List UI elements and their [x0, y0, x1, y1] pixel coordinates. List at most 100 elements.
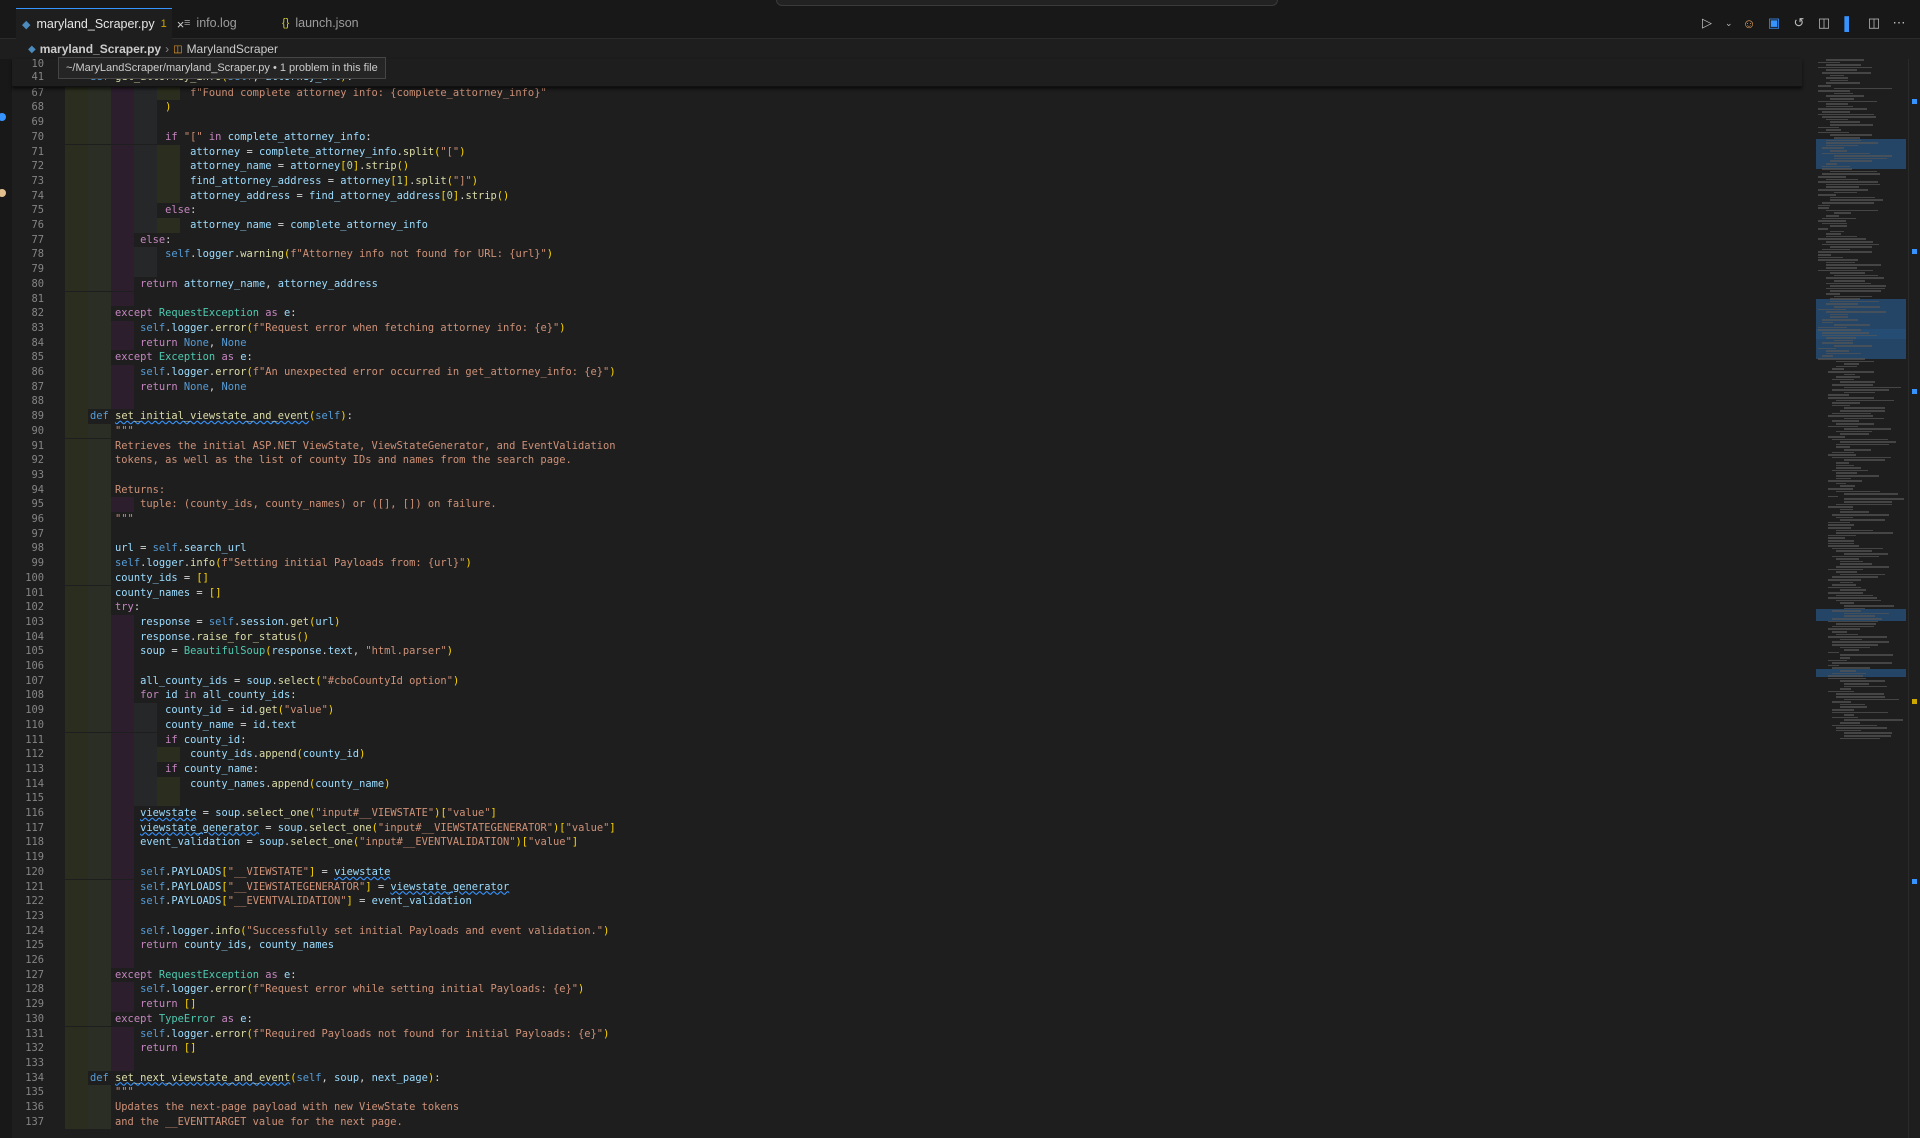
code-line[interactable]: 134 def set_next_viewstate_and_event(sel…: [12, 1070, 1802, 1086]
code-line[interactable]: 113 if county_name:: [12, 761, 1802, 777]
minimap-line: [1822, 243, 1879, 246]
tab-maryland-scraper[interactable]: ◆ maryland_Scraper.py 1 ×: [16, 8, 184, 39]
code-line[interactable]: 100 county_ids = []: [12, 570, 1802, 586]
code-line[interactable]: 137 and the __EVENTTARGET value for the …: [12, 1114, 1802, 1130]
code-line[interactable]: 72 attorney_name = attorney[0].strip(): [12, 159, 1802, 174]
minimap-line: [1826, 64, 1862, 66]
tab-info-log[interactable]: ≡ info.log: [184, 8, 274, 38]
code-line[interactable]: 120 self.PAYLOADS["__VIEWSTATE"] = views…: [12, 864, 1802, 880]
code-line[interactable]: 109 county_id = id.get("value"): [12, 703, 1802, 718]
chart-icon[interactable]: ▌: [1842, 16, 1856, 31]
code-line[interactable]: 123: [12, 908, 1802, 924]
code-line[interactable]: 101 county_names = []: [12, 585, 1802, 601]
more-actions-icon[interactable]: ⋯: [1892, 15, 1906, 31]
code-line[interactable]: 129 return []: [12, 997, 1802, 1012]
layout-panel-icon[interactable]: ◫: [1817, 15, 1831, 31]
vertical-scrollbar[interactable]: [1908, 59, 1920, 1138]
code-line[interactable]: 110 county_name = id.text: [12, 717, 1802, 733]
lightbulb-icon[interactable]: [0, 189, 6, 197]
code-line[interactable]: 102 try:: [12, 600, 1802, 615]
code-line[interactable]: 67 f"Found complete attorney info: {comp…: [12, 85, 1802, 101]
split-editor-icon[interactable]: ◫: [1867, 15, 1881, 31]
code-line[interactable]: 98 url = self.search_url: [12, 541, 1802, 557]
code-line[interactable]: 75 else:: [12, 203, 1802, 218]
code-line[interactable]: 114 county_names.append(county_name): [12, 776, 1802, 792]
code-line[interactable]: 87 return None, None: [12, 379, 1802, 395]
code-line[interactable]: 79: [12, 262, 1802, 277]
minimap-line: [1826, 139, 1861, 142]
preview-icon[interactable]: ▣: [1767, 15, 1781, 31]
breadcrumb-symbol[interactable]: MarylandScraper: [187, 42, 278, 56]
code-line[interactable]: 117 viewstate_generator = soup.select_on…: [12, 820, 1802, 836]
code-line[interactable]: 130 except TypeError as e:: [12, 1011, 1802, 1027]
code-line[interactable]: 86 self.logger.error(f"An unexpected err…: [12, 365, 1802, 380]
breadcrumb-file[interactable]: maryland_Scraper.py: [40, 42, 161, 56]
code-line[interactable]: 128 self.logger.error(f"Request error wh…: [12, 982, 1802, 998]
code-line[interactable]: 121 self.PAYLOADS["__VIEWSTATEGENERATOR"…: [12, 879, 1802, 895]
code-line[interactable]: 97: [12, 526, 1802, 542]
code-line[interactable]: 90 """: [12, 423, 1802, 439]
code-line[interactable]: 112 county_ids.append(county_id): [12, 747, 1802, 762]
code-line[interactable]: 81: [12, 291, 1802, 307]
code-line[interactable]: 135 """: [12, 1085, 1802, 1100]
minimap[interactable]: [1812, 59, 1908, 1138]
minimap-line: [1822, 334, 1878, 337]
run-icon[interactable]: ▷: [1700, 15, 1714, 31]
code-line[interactable]: 118 event_validation = soup.select_one("…: [12, 835, 1802, 851]
code-line[interactable]: 124 self.logger.info("Successfully set i…: [12, 923, 1802, 939]
code-line[interactable]: 127 except RequestException as e:: [12, 967, 1802, 983]
code-line[interactable]: 69: [12, 115, 1802, 130]
code-line[interactable]: 76 attorney_name = complete_attorney_inf…: [12, 218, 1802, 233]
code-line[interactable]: 133: [12, 1055, 1802, 1071]
history-icon[interactable]: ↺: [1792, 15, 1806, 31]
code-line[interactable]: 73 find_attorney_address = attorney[1].s…: [12, 173, 1802, 189]
code-line[interactable]: 77 else:: [12, 232, 1802, 248]
minimap-line: [1818, 254, 1832, 256]
code-line[interactable]: 132 return []: [12, 1041, 1802, 1056]
code-line[interactable]: 108 for id in all_county_ids:: [12, 688, 1802, 704]
copilot-icon[interactable]: ☺: [1742, 16, 1756, 31]
minimap-line: [1840, 654, 1894, 656]
code-line[interactable]: 70 if "[" in complete_attorney_info:: [12, 129, 1802, 145]
code-line[interactable]: 85 except Exception as e:: [12, 350, 1802, 365]
code-line[interactable]: 68 ): [12, 100, 1802, 116]
code-line[interactable]: 122 self.PAYLOADS["__EVENTVALIDATION"] =…: [12, 894, 1802, 909]
code-line[interactable]: 131 self.logger.error(f"Required Payload…: [12, 1026, 1802, 1042]
code-line[interactable]: 91 Retrieves the initial ASP.NET ViewSta…: [12, 438, 1802, 454]
code-line[interactable]: 94 Returns:: [12, 482, 1802, 498]
code-line[interactable]: 105 soup = BeautifulSoup(response.text, …: [12, 644, 1802, 659]
code-line[interactable]: 82 except RequestException as e:: [12, 306, 1802, 321]
code-line[interactable]: 93: [12, 467, 1802, 483]
code-line[interactable]: 89 def set_initial_viewstate_and_event(s…: [12, 409, 1802, 424]
code-line[interactable]: 119: [12, 850, 1802, 865]
code-line[interactable]: 115: [12, 791, 1802, 806]
code-editor[interactable]: 66 self.logger.info(67 f"Found complete …: [12, 59, 1812, 1138]
minimap-line: [1826, 59, 1865, 61]
code-line[interactable]: 84 return None, None: [12, 335, 1802, 351]
command-center[interactable]: [776, 0, 1278, 6]
tab-launch-json[interactable]: {} launch.json: [282, 8, 382, 38]
code-line[interactable]: 126: [12, 953, 1802, 968]
code-text: except RequestException as e:: [115, 307, 297, 320]
code-line[interactable]: 136 Updates the next-page payload with n…: [12, 1100, 1802, 1115]
code-line[interactable]: 116 viewstate = soup.select_one("input#_…: [12, 806, 1802, 821]
code-line[interactable]: 107 all_county_ids = soup.select("#cboCo…: [12, 673, 1802, 689]
code-line[interactable]: 96 """: [12, 512, 1802, 527]
chevron-down-icon[interactable]: ⌄: [1725, 18, 1733, 29]
code-line[interactable]: 88: [12, 394, 1802, 410]
line-number: 107: [25, 674, 44, 687]
code-line[interactable]: 71 attorney = complete_attorney_info.spl…: [12, 144, 1802, 160]
minimap-line: [1836, 727, 1887, 729]
code-line[interactable]: 103 response = self.session.get(url): [12, 614, 1802, 630]
code-line[interactable]: 74 attorney_address = find_attorney_addr…: [12, 188, 1802, 204]
code-line[interactable]: 78 self.logger.warning(f"Attorney info n…: [12, 247, 1802, 263]
code-line[interactable]: 104 response.raise_for_status(): [12, 629, 1802, 645]
code-line[interactable]: 80 return attorney_name, attorney_addres…: [12, 276, 1802, 292]
code-line[interactable]: 83 self.logger.error(f"Request error whe…: [12, 320, 1802, 336]
code-line[interactable]: 99 self.logger.info(f"Setting initial Pa…: [12, 556, 1802, 571]
code-line[interactable]: 92 tokens, as well as the list of county…: [12, 453, 1802, 468]
code-line[interactable]: 95 tuple: (county_ids, county_names) or …: [12, 497, 1802, 512]
code-line[interactable]: 106: [12, 659, 1802, 674]
code-line[interactable]: 111 if county_id:: [12, 732, 1802, 748]
code-line[interactable]: 125 return county_ids, county_names: [12, 938, 1802, 953]
